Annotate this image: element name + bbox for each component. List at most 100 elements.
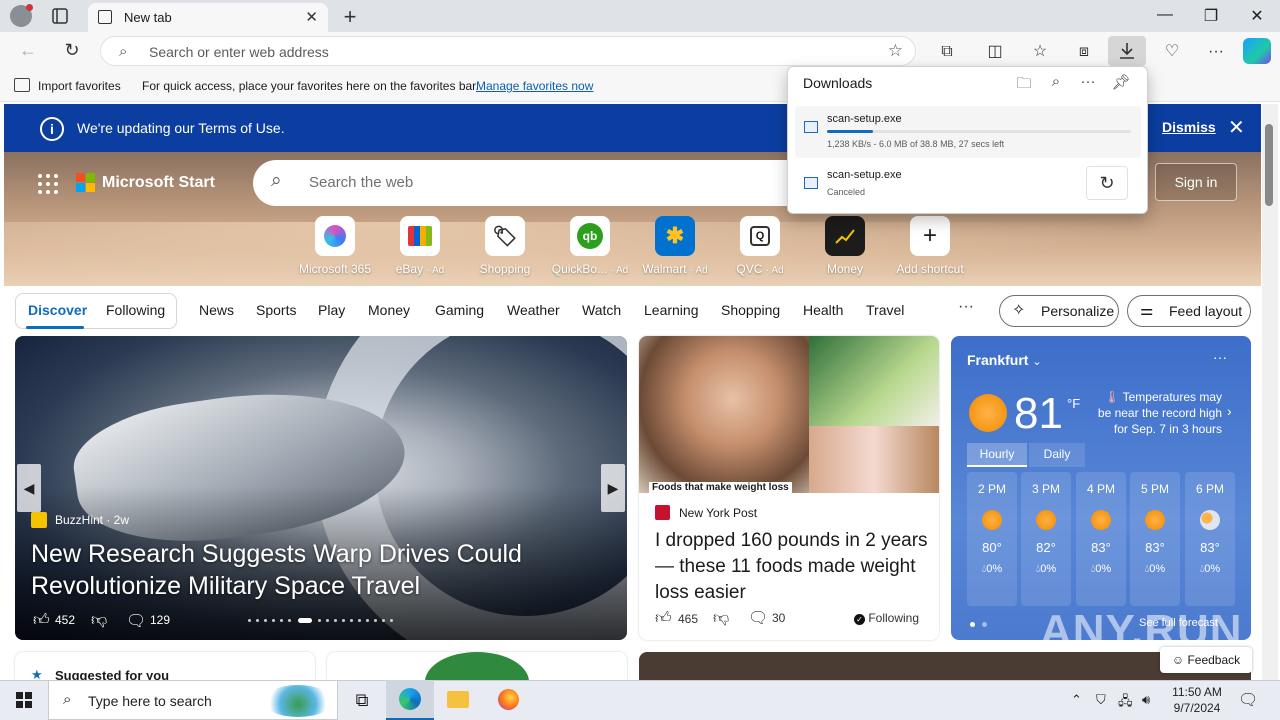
download-filename: scan-setup.exe xyxy=(827,113,902,125)
weather-page-dot[interactable] xyxy=(970,622,975,627)
downloads-button[interactable] xyxy=(1108,36,1146,66)
feed-tab-health[interactable]: Health xyxy=(803,302,843,318)
hour-time: 6 PM xyxy=(1195,482,1224,496)
shortcut-shopping[interactable]: 🏷 Shopping xyxy=(460,216,550,276)
new-tab-button[interactable]: + xyxy=(338,4,362,30)
web-search-box[interactable]: ⌕ Search the web xyxy=(253,160,853,206)
apps-launcher-icon[interactable] xyxy=(38,174,58,194)
back-button[interactable]: ← xyxy=(16,40,40,64)
favorites-icon[interactable]: ☆ xyxy=(1028,40,1052,64)
hourly-forecast-item[interactable]: 6 PM 83° 💧︎0% xyxy=(1185,472,1235,606)
dismiss-button[interactable]: Dismiss xyxy=(1162,119,1216,135)
hourly-forecast-item[interactable]: 2 PM 80° 💧︎0% xyxy=(967,472,1017,606)
extensions-icon[interactable]: ⧉ xyxy=(935,40,959,64)
hourly-forecast-item[interactable]: 3 PM 82° 💧︎0% xyxy=(1021,472,1071,606)
tab-actions-icon[interactable] xyxy=(50,6,70,26)
chevron-right-icon[interactable]: › xyxy=(1227,403,1232,419)
carousel-prev-button[interactable]: ◀ xyxy=(17,464,41,512)
feed-tab-news[interactable]: News xyxy=(199,302,234,318)
feed-tab-weather[interactable]: Weather xyxy=(507,302,560,318)
sign-in-button[interactable]: Sign in xyxy=(1155,163,1237,201)
feed-tab-gaming[interactable]: Gaming xyxy=(435,302,484,318)
following-badge[interactable]: ✓ Following xyxy=(854,611,919,625)
firefox-icon[interactable] xyxy=(484,680,532,720)
feed-tab-sports[interactable]: Sports xyxy=(256,302,296,318)
taskbar-clock[interactable]: 11:50 AM 9/7/2024 xyxy=(1164,684,1230,716)
suggested-card[interactable]: ★ Suggested for you xyxy=(15,652,315,683)
sunny-icon xyxy=(969,394,1007,432)
feedback-button[interactable]: ☺ Feedback xyxy=(1160,647,1252,673)
temperature-unit[interactable]: °F xyxy=(1067,396,1080,411)
favorite-star-icon[interactable]: ☆ xyxy=(888,41,903,61)
feed-layout-button[interactable]: ⚌ Feed layout xyxy=(1127,295,1251,327)
shortcut-microsoft-365[interactable]: Microsoft 365 xyxy=(290,216,380,276)
edge-taskbar-icon[interactable] xyxy=(386,680,434,720)
feed-tab-learning[interactable]: Learning xyxy=(644,302,699,318)
feed-tab-play[interactable]: Play xyxy=(318,302,345,318)
tab-new-tab[interactable]: New tab ✕ xyxy=(88,3,328,32)
show-hidden-icons-icon[interactable]: ⌃ xyxy=(1071,692,1082,708)
feed-tab-travel[interactable]: Travel xyxy=(866,302,904,318)
download-filename: scan-setup.exe xyxy=(827,169,902,181)
close-window-button[interactable]: ✕ xyxy=(1242,6,1272,26)
browser-essentials-icon[interactable]: ♡ xyxy=(1160,40,1184,64)
hourly-forecast-item[interactable]: 4 PM 83° 💧︎0% xyxy=(1076,472,1126,606)
hour-time: 3 PM xyxy=(1031,482,1060,496)
tab-daily[interactable]: Daily xyxy=(1029,443,1085,467)
feed-tab-watch[interactable]: Watch xyxy=(582,302,621,318)
more-options-icon[interactable]: ··· xyxy=(1078,73,1098,93)
article-title[interactable]: New Research Suggests Warp Drives Could … xyxy=(31,538,591,602)
weather-city[interactable]: Frankfurt ⌄ xyxy=(967,352,1042,368)
pin-icon[interactable]: 📌︎ xyxy=(1111,73,1131,93)
import-favorites-button[interactable]: Import favorites xyxy=(38,79,121,93)
like-icon[interactable]: 👍︎ xyxy=(33,611,50,630)
shortcut-quickbooks[interactable]: qb QuickBo... · Ad xyxy=(545,216,635,276)
tab-discover[interactable]: Discover xyxy=(28,302,87,318)
file-explorer-icon[interactable] xyxy=(434,680,482,720)
restore-button[interactable]: ❐ xyxy=(1196,6,1226,26)
dislike-icon[interactable]: 👎︎ xyxy=(91,611,107,630)
personalize-button[interactable]: ✧ Personalize xyxy=(999,295,1119,327)
copilot-icon[interactable] xyxy=(1243,38,1271,64)
settings-more-icon[interactable]: ··· xyxy=(1204,40,1228,64)
minimize-button[interactable]: — xyxy=(1150,6,1180,24)
add-shortcut-button[interactable]: + Add shortcut xyxy=(885,216,975,276)
shortcut-qvc[interactable]: Q QVC · Ad xyxy=(715,216,805,276)
manage-favorites-link[interactable]: Manage favorites now xyxy=(476,79,593,93)
like-icon[interactable]: 👍︎ xyxy=(655,609,672,628)
article-title[interactable]: I dropped 160 pounds in 2 years — these … xyxy=(655,528,930,606)
tab-following[interactable]: Following xyxy=(106,302,165,318)
hourly-forecast-item[interactable]: 5 PM 83° 💧︎0% xyxy=(1130,472,1180,606)
weather-page-dot[interactable] xyxy=(982,622,987,627)
address-bar[interactable]: ⌕ Search or enter web address ☆ xyxy=(100,36,916,66)
close-notice-icon[interactable]: ✕ xyxy=(1228,115,1245,140)
shortcut-walmart[interactable]: ✱ Walmart · Ad xyxy=(630,216,720,276)
retry-download-button[interactable]: ↻ xyxy=(1086,166,1128,200)
task-view-icon[interactable]: ⧉ xyxy=(338,680,386,720)
weather-note[interactable]: 🌡︎ Temperatures may be near the record h… xyxy=(1092,389,1222,437)
security-tray-icon[interactable]: ⛉ xyxy=(1096,692,1106,708)
open-folder-icon[interactable]: 🗀 xyxy=(1014,73,1034,93)
carousel-next-button[interactable]: ▶ xyxy=(601,464,625,512)
close-tab-icon[interactable]: ✕ xyxy=(305,8,318,26)
comment-icon[interactable]: 🗨︎ xyxy=(126,611,146,631)
tab-hourly[interactable]: Hourly xyxy=(967,443,1027,467)
network-icon[interactable]: 🖧︎ xyxy=(1118,692,1133,714)
shortcut-ebay[interactable]: eBay · Ad xyxy=(375,216,465,276)
weather-more-icon[interactable]: ··· xyxy=(1213,349,1227,365)
shortcut-money[interactable]: Money xyxy=(800,216,890,276)
split-screen-icon[interactable]: ◫ xyxy=(983,40,1007,64)
more-feed-tabs-icon[interactable]: ··· xyxy=(958,298,974,316)
volume-icon[interactable]: 🔊︎ xyxy=(1142,692,1150,708)
article-card[interactable] xyxy=(327,652,627,680)
collections-icon[interactable]: ⧈ xyxy=(1072,40,1096,64)
refresh-button[interactable]: ↻ xyxy=(60,40,84,64)
notifications-icon[interactable]: 🗨︎ xyxy=(1238,690,1258,710)
dislike-icon[interactable]: 👎︎ xyxy=(713,609,729,628)
feed-tab-shopping[interactable]: Shopping xyxy=(721,302,780,318)
search-downloads-icon[interactable]: ⌕ xyxy=(1046,73,1066,93)
feed-tab-money[interactable]: Money xyxy=(368,302,410,318)
scrollbar-thumb[interactable] xyxy=(1265,124,1273,206)
comment-icon[interactable]: 🗨︎ xyxy=(748,608,768,628)
taskbar-search-box[interactable]: ⌕ Type here to search xyxy=(48,680,338,720)
